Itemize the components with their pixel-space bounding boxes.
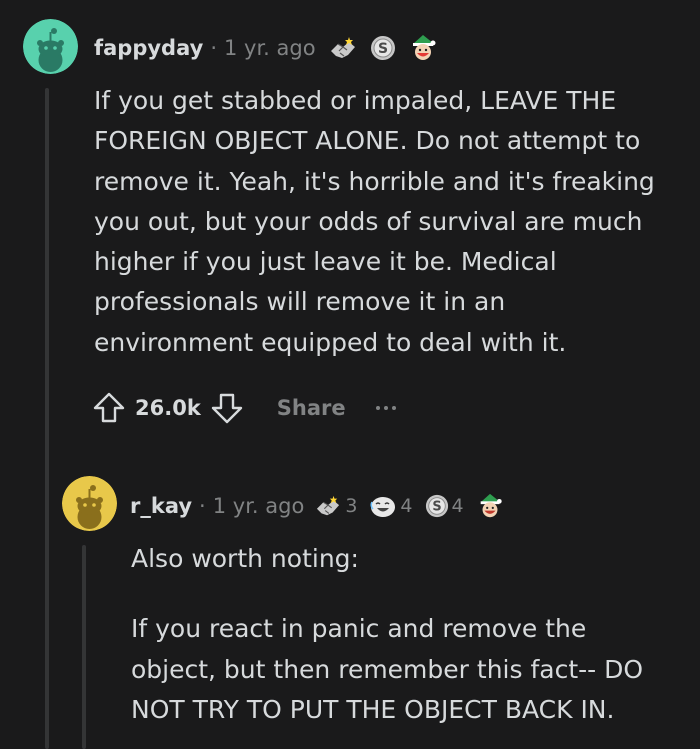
username-link[interactable]: r_kay — [130, 494, 192, 518]
comment-actions: 26.0k Share — [91, 390, 396, 426]
award-count: 4 — [451, 495, 464, 517]
timestamp[interactable]: 1 yr. ago — [224, 36, 316, 60]
comment-body: If you get stabbed or impaled, LEAVE THE… — [94, 81, 664, 363]
timestamp[interactable]: 1 yr. ago — [213, 494, 305, 518]
avatar[interactable] — [62, 476, 117, 531]
comment-text: If you react in panic and remove the obj… — [131, 614, 644, 724]
vote-count: 26.0k — [135, 396, 201, 420]
wholesome-handshake-icon[interactable]: 3 — [314, 494, 357, 518]
more-options-icon[interactable] — [375, 406, 396, 410]
silver-s-coin-icon[interactable]: S — [370, 35, 396, 61]
comment-meta: r_kay · 1 yr. ago 3 4 S 4 — [130, 492, 504, 520]
award-count: 4 — [400, 495, 413, 517]
award-count: 3 — [345, 495, 358, 517]
thread-line-comment2[interactable] — [82, 545, 86, 749]
username-link[interactable]: fappyday — [94, 36, 203, 60]
svg-text:S: S — [432, 500, 441, 515]
separator-dot: · — [199, 494, 206, 518]
share-button[interactable]: Share — [277, 396, 346, 420]
separator-dot: · — [210, 36, 217, 60]
elf-face-icon[interactable] — [408, 34, 438, 62]
comment-text: Also worth noting: — [131, 544, 359, 573]
upvote-arrow-icon[interactable] — [91, 390, 127, 426]
elf-face-icon[interactable] — [476, 492, 504, 520]
thread-line-comment1[interactable] — [45, 88, 49, 749]
comment-body: Also worth noting: If you react in panic… — [131, 539, 671, 730]
comment-text: If you get stabbed or impaled, LEAVE THE… — [94, 86, 655, 357]
silver-s-coin-icon[interactable]: S 4 — [425, 494, 464, 518]
wholesome-handshake-icon[interactable] — [328, 35, 358, 61]
laughing-face-icon[interactable]: 4 — [369, 494, 413, 518]
svg-text:S: S — [378, 41, 388, 57]
avatar[interactable] — [23, 19, 78, 74]
comment-meta: fappyday · 1 yr. ago S — [94, 34, 438, 62]
downvote-arrow-icon[interactable] — [209, 390, 245, 426]
